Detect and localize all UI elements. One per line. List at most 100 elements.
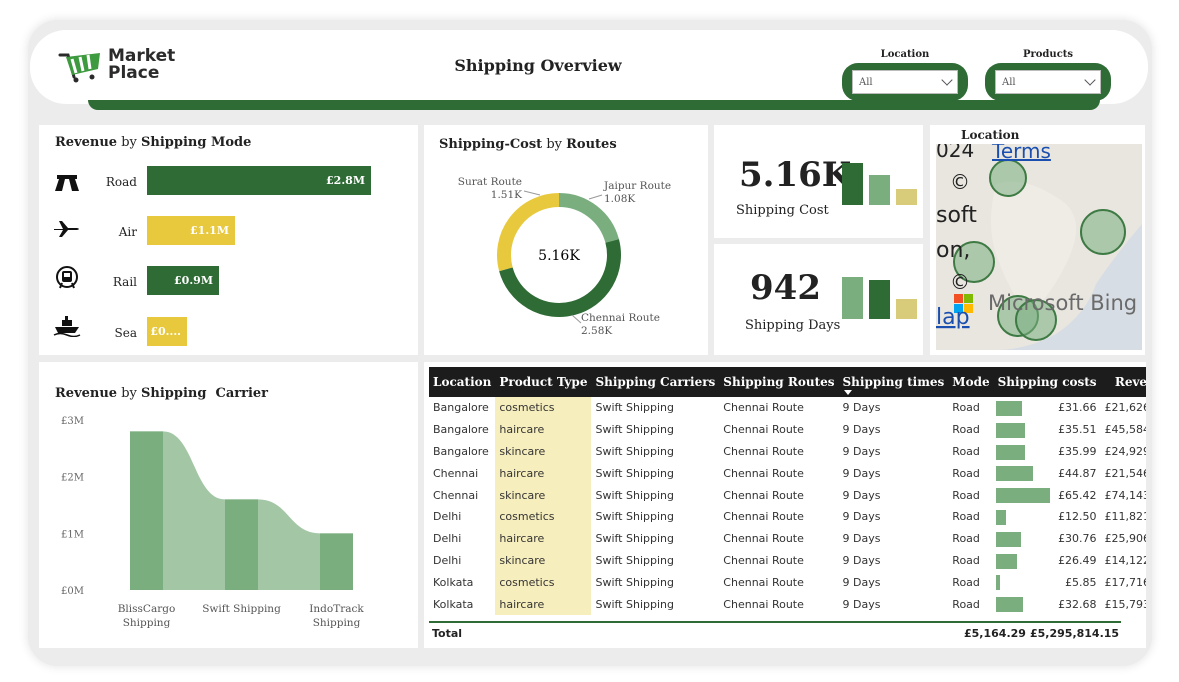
cost-value: £65.42 [1058, 488, 1097, 502]
column-header[interactable]: Mode [948, 367, 993, 397]
revenue-cell: £21,626.92↓ [1101, 397, 1146, 419]
table-cell: Road [952, 597, 980, 611]
location-slicer: Location All [842, 49, 968, 101]
map-bubble[interactable] [989, 159, 1027, 197]
table-cell: Chennai [433, 488, 479, 502]
table-cell: haircare [495, 593, 592, 615]
revenue-cell: £25,906.86↓ [1101, 528, 1146, 550]
table-cell: 9 Days [842, 510, 881, 524]
location-dropdown[interactable]: All [852, 70, 958, 94]
cost-value: £35.99 [1058, 444, 1097, 458]
sort-descending-icon [843, 390, 852, 395]
table-cell: skincare [495, 484, 592, 506]
column-header[interactable]: Shipping costs [994, 367, 1101, 397]
shipping-table: Location Product Type Shipping Carriers … [429, 367, 1146, 615]
title-part: by [117, 135, 142, 150]
carrier-bar[interactable] [225, 499, 258, 590]
table-row[interactable]: Delhi haircare Swift Shipping Chennai Route… [429, 527, 1146, 550]
table-row[interactable]: Kolkata cosmetics Swift Shipping Chennai Ro… [429, 571, 1146, 594]
donut-leader-line [523, 190, 541, 196]
table-row[interactable]: Delhi skincare Swift Shipping Chennai Route… [429, 549, 1146, 572]
carrier-bar[interactable] [320, 533, 353, 590]
column-header[interactable]: Location [429, 367, 495, 397]
table-cell: Swift Shipping [595, 444, 674, 458]
map-overlay-text: © [950, 270, 970, 294]
map-canvas[interactable]: 024 Terms © soft on, © Microsoft Bing la… [936, 144, 1142, 350]
map-bubble[interactable] [1080, 209, 1126, 255]
table-cell: Chennai [433, 466, 479, 480]
table-row[interactable]: Delhi cosmetics Swift Shipping Chennai Rout… [429, 505, 1146, 528]
table-cell: Bangalore [433, 444, 489, 458]
mode-bar-air[interactable]: £1.1M [147, 216, 235, 245]
column-header-sorted[interactable]: Shipping times [839, 367, 949, 397]
products-dropdown[interactable]: All [995, 70, 1101, 94]
table-cell: Chennai Route [723, 597, 804, 611]
donut-slice-jaipur-route[interactable] [558, 193, 619, 244]
carrier-bar[interactable] [130, 431, 163, 590]
column-header[interactable]: Product Type [495, 367, 591, 397]
table-row[interactable]: Chennai haircare Swift Shipping Chennai Rou… [429, 462, 1146, 485]
table-row[interactable]: Bangalore cosmetics Swift Shipping Chennai … [429, 397, 1146, 419]
road-icon [55, 175, 79, 191]
kpi-bar [896, 189, 917, 205]
table-cell: 9 Days [842, 401, 881, 415]
header-accent-line [88, 100, 1100, 110]
table-cell: haircare [495, 418, 592, 441]
column-header[interactable]: Revenue [1101, 367, 1146, 397]
cost-cell: £65.42 [994, 484, 1101, 506]
table-row[interactable]: Chennai skincare Swift Shipping Chennai Rou… [429, 484, 1146, 506]
cost-cell: £5.85 [994, 571, 1101, 593]
location-map-panel: Location 024 Terms © soft on, © Microsof… [930, 125, 1145, 355]
train-icon [56, 266, 78, 289]
page-title: Shipping Overview [454, 56, 622, 75]
map-link[interactable]: lap [936, 305, 970, 330]
kpi-bar [869, 280, 890, 319]
terms-link[interactable]: Terms [991, 144, 1051, 163]
cost-value: £31.66 [1058, 401, 1097, 415]
donut-category-label: Chennai Route [581, 312, 660, 324]
cost-cell: £44.87 [994, 462, 1101, 484]
revenue-by-mode-panel: Revenue by Shipping Mode Road £2.8M Air £1.… [39, 125, 418, 355]
kpi-bar [869, 175, 890, 205]
revenue-cell: £74,143.14↑ [1101, 484, 1146, 506]
mode-label-sea: Sea [114, 326, 137, 340]
cost-databar [995, 531, 1021, 547]
chevron-down-icon [941, 74, 953, 86]
table-cell: Delhi [433, 510, 462, 524]
cost-cell: £35.99 [994, 441, 1101, 463]
cost-databar [995, 444, 1026, 460]
mode-label-road: Road [105, 175, 137, 189]
revenue-value: £17,716.74 [1104, 575, 1146, 589]
table-cell: skincare [495, 440, 592, 463]
y-tick-label: £0M [61, 586, 84, 597]
table-row[interactable]: Bangalore skincare Swift Shipping Chennai R… [429, 440, 1146, 463]
column-header[interactable]: Shipping Routes [719, 367, 838, 397]
table-cell: Road [952, 423, 980, 437]
cost-databar [995, 422, 1025, 438]
revenue-value: £24,929.06 [1104, 444, 1146, 458]
table-cell: Road [952, 510, 980, 524]
donut-center-total: 5.16K [538, 248, 580, 264]
revenue-cell: £14,122.96↓ [1101, 550, 1146, 572]
mode-bar-road[interactable]: £2.8M [147, 166, 371, 195]
revenue-by-carrier-panel: Revenue by Shipping Carrier £3M £2M £1M £0M… [39, 362, 418, 648]
revenue-cell: £11,821.77↓ [1101, 506, 1146, 528]
table-cell: 9 Days [842, 488, 881, 502]
column-header-label: Shipping times [842, 375, 945, 389]
routes-donut-chart: 5.16K Surat Route1.51K Jaipur Route1.08K Ch… [458, 176, 671, 337]
revenue-value: £74,143.14 [1104, 488, 1146, 502]
table-row[interactable]: Kolkata haircare Swift Shipping Chennai Rou… [429, 593, 1146, 615]
shipping-days-label: Shipping Days [745, 318, 841, 333]
cost-databar [995, 509, 1006, 525]
cost-cell: £26.49 [994, 550, 1101, 572]
column-header[interactable]: Shipping Carriers [591, 367, 719, 397]
mode-bar-rail[interactable]: £0.9M [147, 266, 219, 295]
donut-value-label: 2.58K [581, 325, 612, 337]
donut-leader-line [588, 194, 603, 200]
table-cell: Chennai Route [723, 423, 804, 437]
table-cell: Chennai Route [723, 553, 804, 567]
table-cell: Swift Shipping [595, 553, 674, 567]
table-row[interactable]: Bangalore haircare Swift Shipping Chennai R… [429, 418, 1146, 441]
carrier-ribbon [163, 431, 225, 590]
mode-bar-sea[interactable]: £0.... [147, 317, 187, 346]
